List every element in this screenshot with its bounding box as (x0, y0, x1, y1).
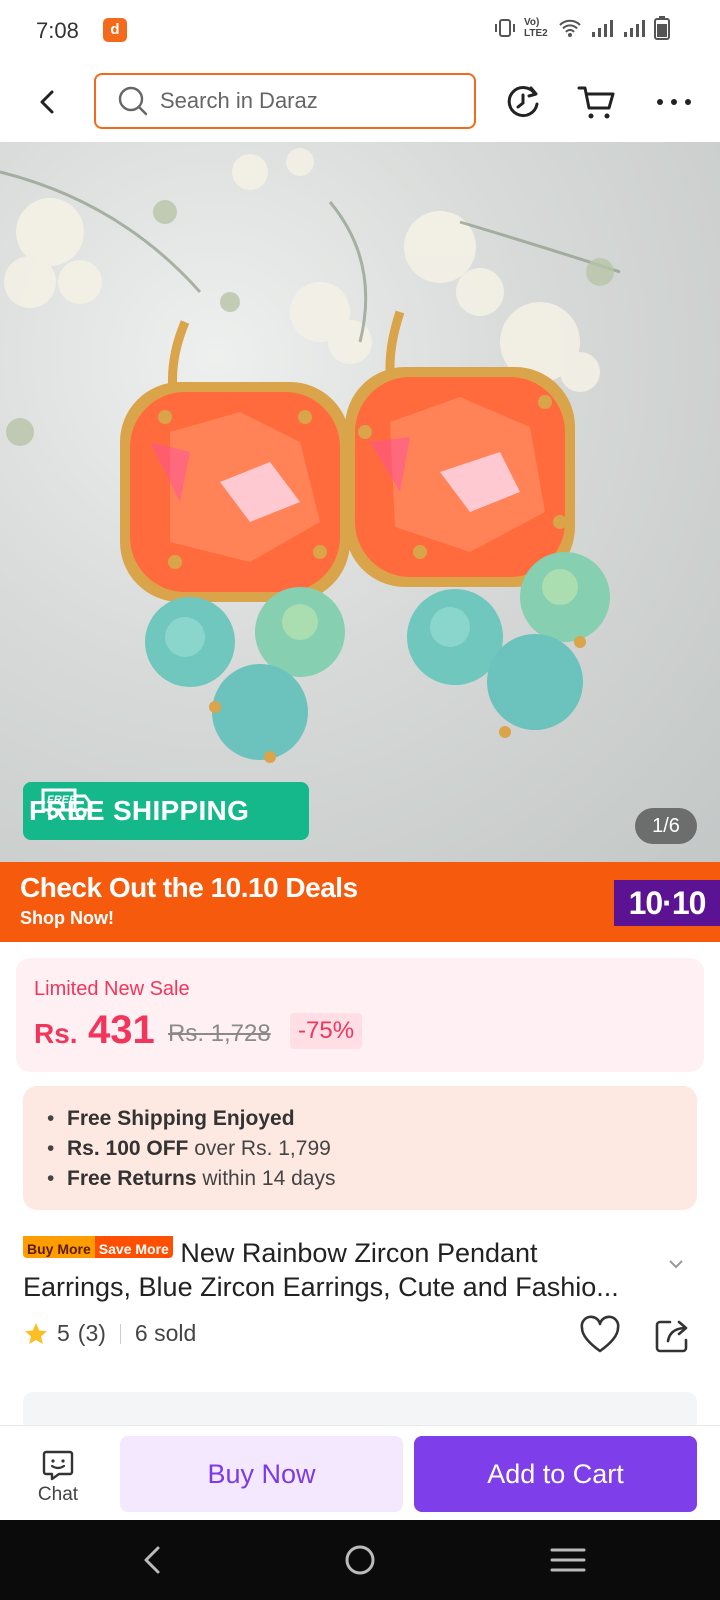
free-shipping-badge: FREE FREE SHIPPING (23, 782, 309, 840)
discount-badge: -75% (290, 1013, 363, 1049)
signal-icon (624, 20, 645, 37)
status-icons: Vo) LTE2 (494, 16, 670, 40)
benefit-item: Rs. 100 OFF over Rs. 1,799 (47, 1134, 697, 1164)
history-icon[interactable] (501, 80, 545, 124)
title-line-2: Earrings, Blue Zircon Earrings, Cute and… (23, 1272, 619, 1302)
star-icon (25, 1322, 47, 1344)
deals-title: Check Out the 10.10 Deals (20, 872, 358, 903)
status-bar: 7:08 d Vo) LTE2 (0, 0, 720, 62)
rating-count: (3) (77, 1320, 106, 1346)
system-back-icon[interactable] (132, 1538, 176, 1582)
signal-icon (592, 20, 613, 37)
rating-row[interactable]: 5 (3) 6 sold (23, 1320, 196, 1347)
system-recents-icon[interactable] (546, 1538, 590, 1582)
cart-icon[interactable] (575, 80, 619, 124)
search-input[interactable] (160, 88, 450, 114)
sale-label: Limited New Sale (34, 978, 190, 1000)
share-icon[interactable] (650, 1314, 694, 1358)
chat-label: Chat (37, 1484, 79, 1505)
rating-score: 5 (57, 1320, 70, 1346)
more-icon[interactable] (652, 80, 696, 124)
buy-now-button[interactable]: Buy Now (120, 1436, 403, 1512)
add-to-cart-button[interactable]: Add to Cart (414, 1436, 697, 1512)
battery-icon (654, 16, 670, 40)
deals-banner[interactable]: Check Out the 10.10 Deals Shop Now! 10·1… (0, 862, 720, 942)
product-title: Buy More Save More New Rainbow Zircon Pen… (23, 1232, 663, 1304)
chat-button[interactable]: Chat (28, 1448, 88, 1506)
benefits-list[interactable]: Free Shipping Enjoyed Rs. 100 OFF over R… (23, 1086, 697, 1210)
chevron-down-icon[interactable] (666, 1254, 686, 1274)
wifi-icon (559, 19, 581, 37)
title-line-1: New Rainbow Zircon Pendant (180, 1238, 538, 1268)
system-navigation-bar (0, 1520, 720, 1600)
divider (119, 1323, 121, 1344)
price-card: Limited New Sale Rs. 431 Rs. 1,728 -75% (16, 958, 704, 1072)
search-icon (118, 86, 148, 116)
buy-more-save-more-tag: Buy More Save More (23, 1232, 173, 1258)
search-bar[interactable] (94, 73, 476, 129)
image-counter: 1/6 (635, 808, 697, 844)
campaign-badge: 10·10 (614, 880, 720, 926)
network-label: Vo) LTE2 (524, 17, 548, 39)
deals-subtitle: Shop Now! (20, 908, 114, 928)
vibrate-icon (495, 19, 515, 37)
back-arrow-icon[interactable] (28, 82, 68, 122)
benefit-item: Free Shipping Enjoyed (47, 1104, 697, 1134)
system-home-icon[interactable] (338, 1538, 382, 1582)
heart-icon[interactable] (578, 1314, 622, 1358)
original-price: Rs. 1,728 (168, 1020, 271, 1047)
price-currency: Rs. (34, 1018, 78, 1049)
free-badge-text: FREE (47, 794, 77, 806)
status-time: 7:08 (36, 18, 79, 43)
current-price: 431 (88, 1008, 155, 1052)
sold-count: 6 sold (134, 1320, 197, 1346)
truck-icon: FREE (41, 788, 93, 819)
benefit-item: Free Returns within 14 days (47, 1164, 697, 1194)
product-image (0, 148, 621, 763)
bottom-action-bar: Chat Buy Now Add to Cart (0, 1425, 720, 1520)
product-image-gallery[interactable]: FREE FREE SHIPPING 1/6 (0, 142, 720, 862)
daraz-app-icon: d (103, 18, 127, 42)
chat-icon (42, 1450, 74, 1481)
top-header (0, 62, 720, 142)
